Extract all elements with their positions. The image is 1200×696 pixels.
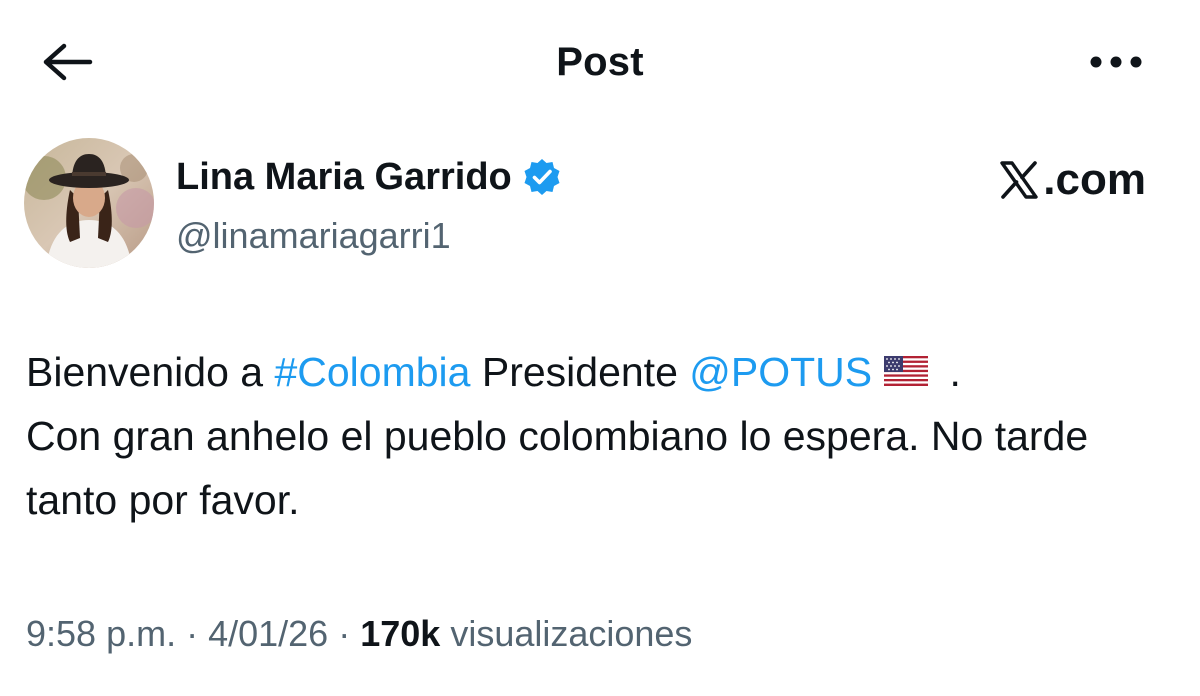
post-text-part: . <box>938 349 961 395</box>
more-options-button[interactable] <box>1084 44 1148 80</box>
views-label: visualizaciones <box>440 613 693 654</box>
meta-separator: · <box>328 613 361 654</box>
verified-badge-icon <box>524 159 560 195</box>
display-name[interactable]: Lina Maria Garrido <box>176 154 562 200</box>
post-date[interactable]: 4/01/26 <box>208 613 328 654</box>
display-name-text: Lina Maria Garrido <box>176 156 512 198</box>
x-logo-icon <box>1000 161 1038 199</box>
meta-separator: · <box>176 613 209 654</box>
x-com-watermark: .com <box>999 154 1146 206</box>
post-time[interactable]: 9:58 p.m. <box>26 613 176 654</box>
brand-text: .com <box>1043 155 1146 204</box>
post-text-part: Presidente <box>470 349 690 395</box>
avatar[interactable] <box>24 138 154 268</box>
us-flag-icon <box>884 356 929 387</box>
avatar-photo <box>24 138 154 268</box>
top-bar: Post <box>0 0 1200 120</box>
mention-link[interactable]: @POTUS <box>689 349 872 395</box>
author-row: Lina Maria Garrido @linamariagarri1 .com <box>24 138 1174 270</box>
post-text: Bienvenido a #Colombia Presidente @POTUS… <box>26 340 1176 532</box>
post-text-part: Bienvenido a <box>26 349 275 395</box>
more-horizontal-icon <box>1090 56 1142 68</box>
views-count[interactable]: 170k <box>360 613 440 654</box>
page-title: Post <box>556 40 644 84</box>
post-meta: 9:58 p.m. · 4/01/26 · 170k visualizacion… <box>26 610 692 658</box>
author-handle[interactable]: @linamariagarri1 <box>176 214 451 258</box>
post-text-rest: Con gran anhelo el pueblo colombiano lo … <box>26 413 1089 523</box>
hashtag-link[interactable]: #Colombia <box>274 349 470 395</box>
